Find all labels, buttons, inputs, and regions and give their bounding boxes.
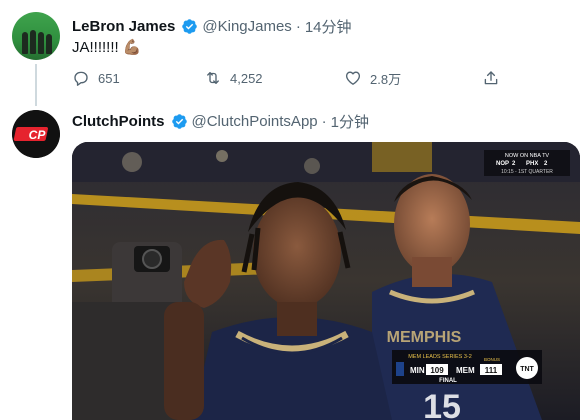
network-label: NOW ON NBA TV <box>505 153 550 159</box>
share-icon <box>484 71 498 85</box>
tweet1-text-body: JA!!!!!!! <box>72 38 119 56</box>
reply-icon <box>74 71 88 86</box>
tweet1-author-name[interactable]: LeBron James <box>72 18 175 35</box>
jersey-banner-text: MEMPHIS <box>387 329 462 346</box>
final-team1: MIN <box>410 366 425 375</box>
tweet2-author-name[interactable]: ClutchPoints <box>72 113 165 130</box>
final-team2: MEM <box>456 366 475 375</box>
reply-action[interactable]: 651 <box>72 69 204 87</box>
tweet1-handle[interactable]: @KingJames <box>202 18 291 35</box>
share-action[interactable] <box>482 69 500 87</box>
tweet1-text: JA!!!!!!! 💪🏽 <box>72 38 142 57</box>
clutchpoints-avatar[interactable]: CP <box>12 110 60 158</box>
tweet2-timestamp[interactable]: 1分钟 <box>331 111 369 132</box>
verified-badge-icon <box>171 113 187 129</box>
retweet-count: 4,252 <box>230 70 263 86</box>
tnt-logo: TNT <box>520 366 534 373</box>
retweet-action[interactable]: 4,252 <box>204 69 344 87</box>
final-score1: 109 <box>430 366 444 375</box>
series-label: MEM LEADS SERIES 3-2 <box>408 354 472 360</box>
bug-team1: NOP <box>496 161 509 167</box>
bonus-label: BONUS <box>484 357 500 362</box>
nba-tv-bug: NOW ON NBA TV NOP 2 PHX 2 10:15 - 1ST QU… <box>484 150 570 176</box>
final-score2: 111 <box>485 366 498 375</box>
final-score-bug: MEM LEADS SERIES 3-2 MIN 109 MEM 111 BON… <box>392 350 542 384</box>
final-status: FINAL <box>439 378 457 384</box>
tweet1-separator: · <box>295 17 301 35</box>
like-action[interactable]: 2.8万 <box>344 69 482 88</box>
tweet2-video[interactable]: NOW ON NBA TV NOP 2 PHX 2 10:15 - 1ST QU… <box>72 142 580 420</box>
clutchpoints-logo-icon: CP <box>12 110 60 158</box>
avatar-initials: CP <box>29 128 47 142</box>
video-frame: NOW ON NBA TV NOP 2 PHX 2 10:15 - 1ST QU… <box>72 142 580 420</box>
tweet2-separator: · <box>321 112 327 130</box>
like-count: 2.8万 <box>370 71 402 87</box>
lebron-avatar[interactable] <box>12 12 60 60</box>
bug-status: 10:15 - 1ST QUARTER <box>501 169 553 175</box>
retweet-icon <box>207 72 219 84</box>
thread-line <box>35 64 37 106</box>
bug-team2: PHX <box>526 161 538 167</box>
jersey-number: 15 <box>423 388 461 420</box>
verified-badge-icon <box>182 18 198 34</box>
tweet1-timestamp[interactable]: 14分钟 <box>305 16 352 37</box>
reply-count: 651 <box>98 70 120 86</box>
tweet1-action-bar: 651 4,252 2.8万 <box>72 66 502 90</box>
flexed-biceps-emoji: 💪🏽 <box>122 39 142 56</box>
tweet1-header: LeBron James @KingJames · 14分钟 <box>72 16 352 36</box>
tweet2-header: ClutchPoints @ClutchPointsApp · 1分钟 <box>72 111 369 131</box>
tweet2-handle[interactable]: @ClutchPointsApp <box>192 113 318 130</box>
heart-icon <box>345 71 361 85</box>
